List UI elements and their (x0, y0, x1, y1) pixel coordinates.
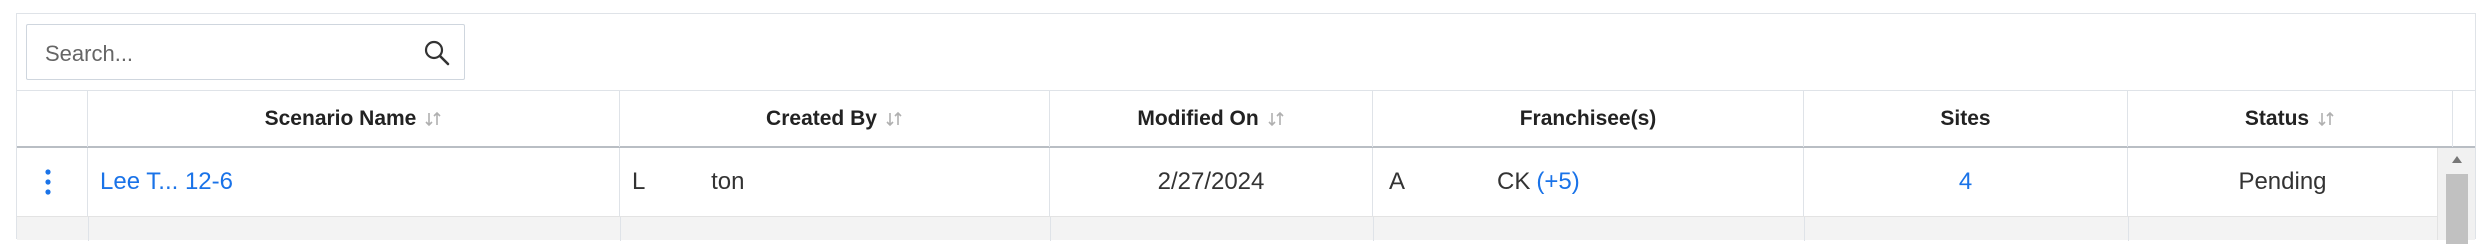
column-divider (1373, 217, 1374, 241)
sort-icon[interactable] (1267, 110, 1285, 128)
header-actions-column (17, 91, 88, 147)
franchisee-cell: A CK (+5) (1373, 148, 1804, 216)
table-row: Lee T... 12-6 L ton 2/27/2024 A CK (+5) … (17, 148, 2437, 216)
header-label: Status (2244, 107, 2310, 130)
search-input[interactable] (43, 33, 407, 75)
column-divider (620, 217, 621, 241)
table-header: Scenario Name Created By Modified On Fra… (17, 90, 2475, 148)
scenario-name-cell: Lee T... 12-6 (88, 148, 620, 216)
header-label: Scenario Name (264, 107, 417, 130)
kebab-menu-icon[interactable] (43, 168, 53, 196)
column-divider (88, 217, 89, 241)
created-by-value: L ton (632, 168, 745, 195)
scroll-up-arrow-icon[interactable] (2451, 154, 2463, 164)
header-modified-on[interactable]: Modified On (1050, 91, 1373, 147)
vertical-scrollbar[interactable] (2437, 148, 2475, 244)
header-label: Created By (766, 107, 877, 130)
status-cell: Pending (2128, 148, 2437, 216)
header-franchisees: Franchisee(s) (1373, 91, 1804, 147)
scenario-name-link[interactable]: Lee T... 12-6 (100, 168, 233, 196)
row-actions-cell (17, 148, 88, 216)
column-divider (1050, 217, 1051, 241)
header-status[interactable]: Status (2128, 91, 2453, 147)
search-icon[interactable] (423, 39, 451, 67)
sort-icon[interactable] (424, 110, 442, 128)
header-label: Sites (1940, 107, 1991, 130)
sort-icon[interactable] (885, 110, 903, 128)
header-created-by[interactable]: Created By (620, 91, 1050, 147)
table-row (17, 216, 2437, 241)
scrollbar-thumb[interactable] (2446, 174, 2468, 244)
modified-on-value: 2/27/2024 (1157, 168, 1265, 195)
franchisee-value: A CK (1389, 168, 1531, 195)
header-scenario-name[interactable]: Scenario Name (88, 91, 620, 147)
column-divider (1804, 217, 1805, 241)
header-label: Modified On (1137, 107, 1259, 130)
sites-cell: 4 (1804, 148, 2128, 216)
header-sites: Sites (1804, 91, 2128, 147)
column-divider (2128, 217, 2129, 241)
created-by-cell: L ton (620, 148, 1050, 216)
sort-icon[interactable] (2317, 110, 2335, 128)
franchisee-more-link[interactable]: (+5) (1536, 168, 1579, 196)
search-box (26, 24, 465, 80)
sites-count-link[interactable]: 4 (1959, 168, 1972, 196)
status-value: Pending (2238, 168, 2327, 195)
header-label: Franchisee(s) (1519, 107, 1657, 130)
modified-on-cell: 2/27/2024 (1050, 148, 1373, 216)
